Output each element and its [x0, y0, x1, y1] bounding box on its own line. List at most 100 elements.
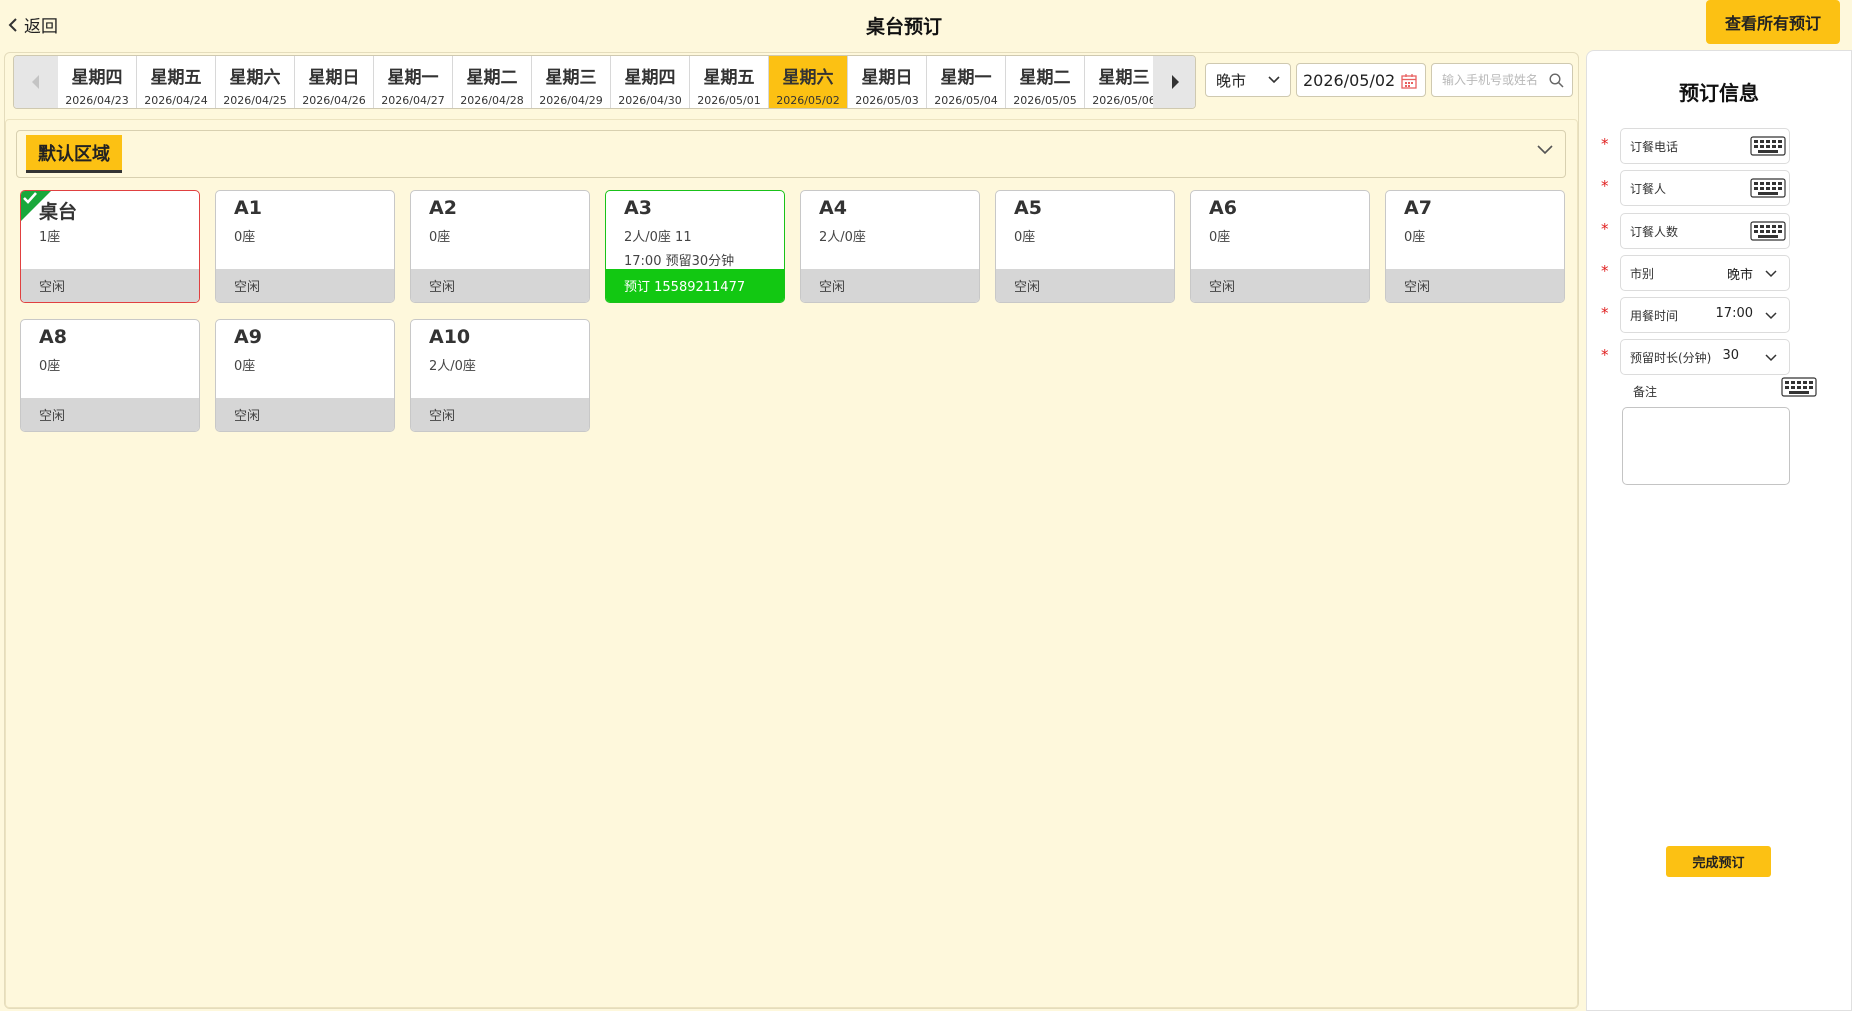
day-tab[interactable]: 星期日 2026/04/26: [295, 56, 374, 108]
table-panel: 星期四 2026/04/23 星期五 2026/04/24 星期六 2026/04/25 星…: [4, 52, 1579, 1009]
party-size-field[interactable]: 订餐人数: [1620, 213, 1790, 249]
day-date: 2026/04/30: [618, 94, 682, 107]
required-mark: *: [1601, 177, 1609, 195]
shift-value: 晚市: [1216, 71, 1247, 90]
keyboard-icon[interactable]: [1781, 377, 1817, 397]
table-status: 空闲: [411, 398, 589, 431]
table-seats: 1座: [39, 230, 61, 245]
dining-time-value: 17:00: [1715, 306, 1753, 321]
day-date: 2026/04/24: [144, 94, 208, 107]
required-mark: *: [1601, 135, 1609, 153]
shift-select[interactable]: 晚市: [1205, 63, 1291, 97]
required-mark: *: [1601, 304, 1609, 322]
table-status: 空闲: [216, 269, 394, 302]
day-tab[interactable]: 星期二 2026/04/28: [453, 56, 532, 108]
table-seats: 0座: [234, 230, 256, 245]
prev-dates-button[interactable]: [14, 56, 58, 108]
table-seats: 0座: [39, 359, 61, 374]
complete-booking-button[interactable]: 完成预订: [1666, 846, 1771, 877]
day-tab[interactable]: 星期五 2026/05/01: [690, 56, 769, 108]
table-card[interactable]: 桌台 1座 空闲: [20, 190, 200, 303]
table-status: 空闲: [216, 398, 394, 431]
day-tab[interactable]: 星期二 2026/05/05: [1006, 56, 1085, 108]
table-status: 空闲: [411, 269, 589, 302]
day-tab[interactable]: 星期日 2026/05/03: [848, 56, 927, 108]
table-card[interactable]: A5 0座 空闲: [995, 190, 1175, 303]
day-date: 2026/04/28: [460, 94, 524, 107]
table-area: 默认区域 桌台 1座 空闲 A1 0座 空闲 A2 0座 空闲 A3 2人/0座 11 17:00 预…: [5, 119, 1578, 1008]
date-value: 2026/05/02: [1303, 70, 1396, 90]
table-name: A4: [819, 197, 847, 219]
table-seats: 0座: [1209, 230, 1231, 245]
orderer-name-field[interactable]: 订餐人: [1620, 170, 1790, 206]
party-size-label: 订餐人数: [1630, 225, 1679, 239]
day-weekday: 星期日: [861, 68, 913, 88]
table-card[interactable]: A1 0座 空闲: [215, 190, 395, 303]
day-tab[interactable]: 星期四 2026/04/23: [58, 56, 137, 108]
orderer-name-label: 订餐人: [1630, 182, 1667, 196]
required-mark: *: [1601, 346, 1609, 364]
chevron-down-icon[interactable]: [1537, 145, 1553, 155]
table-seats: 2人/0座: [819, 230, 866, 245]
table-card[interactable]: A10 2人/0座 空闲: [410, 319, 590, 432]
day-weekday: 星期六: [229, 68, 281, 88]
day-date: 2026/05/06: [1092, 94, 1156, 107]
zone-tab-default[interactable]: 默认区域: [26, 135, 122, 173]
keyboard-icon[interactable]: [1750, 178, 1786, 198]
table-name: 桌台: [39, 201, 78, 223]
date-picker[interactable]: 2026/05/02: [1296, 63, 1426, 97]
day-tab[interactable]: 星期三 2026/04/29: [532, 56, 611, 108]
hold-duration-field[interactable]: 预留时长(分钟) 30: [1620, 339, 1790, 375]
day-tab[interactable]: 星期一 2026/05/04: [927, 56, 1006, 108]
day-tab[interactable]: 星期四 2026/04/30: [611, 56, 690, 108]
day-weekday: 星期二: [1019, 68, 1071, 88]
chevron-down-icon: [1765, 312, 1777, 320]
day-date: 2026/04/26: [302, 94, 366, 107]
search-input[interactable]: [1432, 64, 1544, 96]
table-card[interactable]: A3 2人/0座 11 17:00 预留30分钟 预订 15589211477: [605, 190, 785, 303]
table-reservation-note: 17:00 预留30分钟: [624, 254, 735, 269]
phone-field[interactable]: 订餐电话: [1620, 128, 1790, 164]
table-name: A8: [39, 326, 67, 348]
day-weekday: 星期二: [466, 68, 518, 88]
table-name: A2: [429, 197, 457, 219]
note-textarea[interactable]: [1622, 407, 1790, 485]
shift-field[interactable]: 市别 晚市: [1620, 255, 1790, 291]
view-all-reservations-button[interactable]: 查看所有预订: [1706, 0, 1840, 44]
table-status: 预订 15589211477: [606, 269, 784, 302]
day-tab[interactable]: 星期六 2026/04/25: [216, 56, 295, 108]
table-card[interactable]: A4 2人/0座空闲: [800, 190, 980, 303]
page-title: 桌台预订: [865, 16, 942, 38]
search-icon[interactable]: [1549, 73, 1564, 88]
next-dates-button[interactable]: [1153, 56, 1195, 108]
table-card[interactable]: A9 0座空闲: [215, 319, 395, 432]
day-date: 2026/05/02: [776, 94, 840, 107]
table-card[interactable]: A7 0座 空闲: [1385, 190, 1565, 303]
keyboard-icon[interactable]: [1750, 136, 1786, 156]
day-date: 2026/05/03: [855, 94, 919, 107]
dining-time-field[interactable]: 用餐时间 17:00: [1620, 297, 1790, 333]
hold-duration-value: 30: [1722, 348, 1739, 363]
day-weekday: 星期日: [308, 68, 360, 88]
day-tab[interactable]: 星期一 2026/04/27: [374, 56, 453, 108]
note-label: 备注: [1633, 385, 1658, 399]
calendar-icon: [1401, 74, 1417, 89]
table-card[interactable]: A8 0座 空闲: [20, 319, 200, 432]
keyboard-icon[interactable]: [1750, 221, 1786, 241]
day-tab[interactable]: 星期五 2026/04/24: [137, 56, 216, 108]
table-card[interactable]: A2 0座 空闲: [410, 190, 590, 303]
day-tab[interactable]: 星期六 2026/05/02: [769, 56, 848, 108]
day-weekday: 星期五: [150, 68, 202, 88]
table-name: A7: [1404, 197, 1432, 219]
table-seats: 0座: [1404, 230, 1426, 245]
table-name: A9: [234, 326, 262, 348]
table-name: A10: [429, 326, 471, 348]
day-weekday: 星期四: [71, 68, 123, 88]
table-status: 空闲: [1191, 269, 1369, 302]
chevron-down-icon: [1765, 270, 1777, 278]
day-date: 2026/05/04: [934, 94, 998, 107]
table-card[interactable]: A6 0座 空闲: [1190, 190, 1370, 303]
table-status: 空闲: [801, 269, 979, 302]
zone-bar: 默认区域: [16, 130, 1566, 178]
table-seats: 0座: [234, 359, 256, 374]
